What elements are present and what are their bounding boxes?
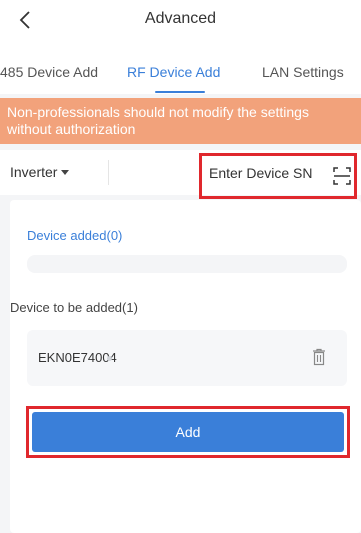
device-added-label: Device added(0)	[27, 228, 123, 243]
device-sn-field-highlight	[199, 153, 357, 199]
tab-lan-settings[interactable]: LAN Settings	[262, 64, 344, 80]
device-type-select[interactable]: Inverter	[10, 164, 70, 180]
header: Advanced	[0, 0, 361, 44]
device-sn-input[interactable]	[209, 165, 325, 181]
caret-down-icon	[61, 169, 70, 175]
device-type-value: Inverter	[10, 164, 58, 180]
status-dot	[107, 356, 112, 361]
page-title: Advanced	[144, 10, 217, 27]
trash-icon[interactable]	[312, 348, 326, 366]
device-to-be-added-label: Device to be added(1)	[10, 300, 138, 315]
device-panel: Device added(0) Device to be added(1) EK…	[10, 200, 361, 533]
tab-rf-device-add[interactable]: RF Device Add	[127, 64, 220, 80]
add-button[interactable]: Add	[32, 412, 344, 452]
warning-banner: Non-professionals should not modify the …	[0, 98, 361, 144]
active-tab-indicator	[155, 91, 205, 93]
device-added-list	[27, 255, 347, 273]
tab-bar: 485 Device Add RF Device Add LAN Setting…	[0, 44, 361, 94]
list-item: EKN0E74004	[27, 330, 347, 386]
tab-485-device-add[interactable]: 485 Device Add	[0, 64, 98, 80]
device-sn-text: EKN0E74004	[38, 350, 117, 365]
divider	[108, 160, 109, 185]
add-button-highlight: Add	[26, 406, 350, 458]
scan-icon[interactable]	[333, 167, 351, 185]
